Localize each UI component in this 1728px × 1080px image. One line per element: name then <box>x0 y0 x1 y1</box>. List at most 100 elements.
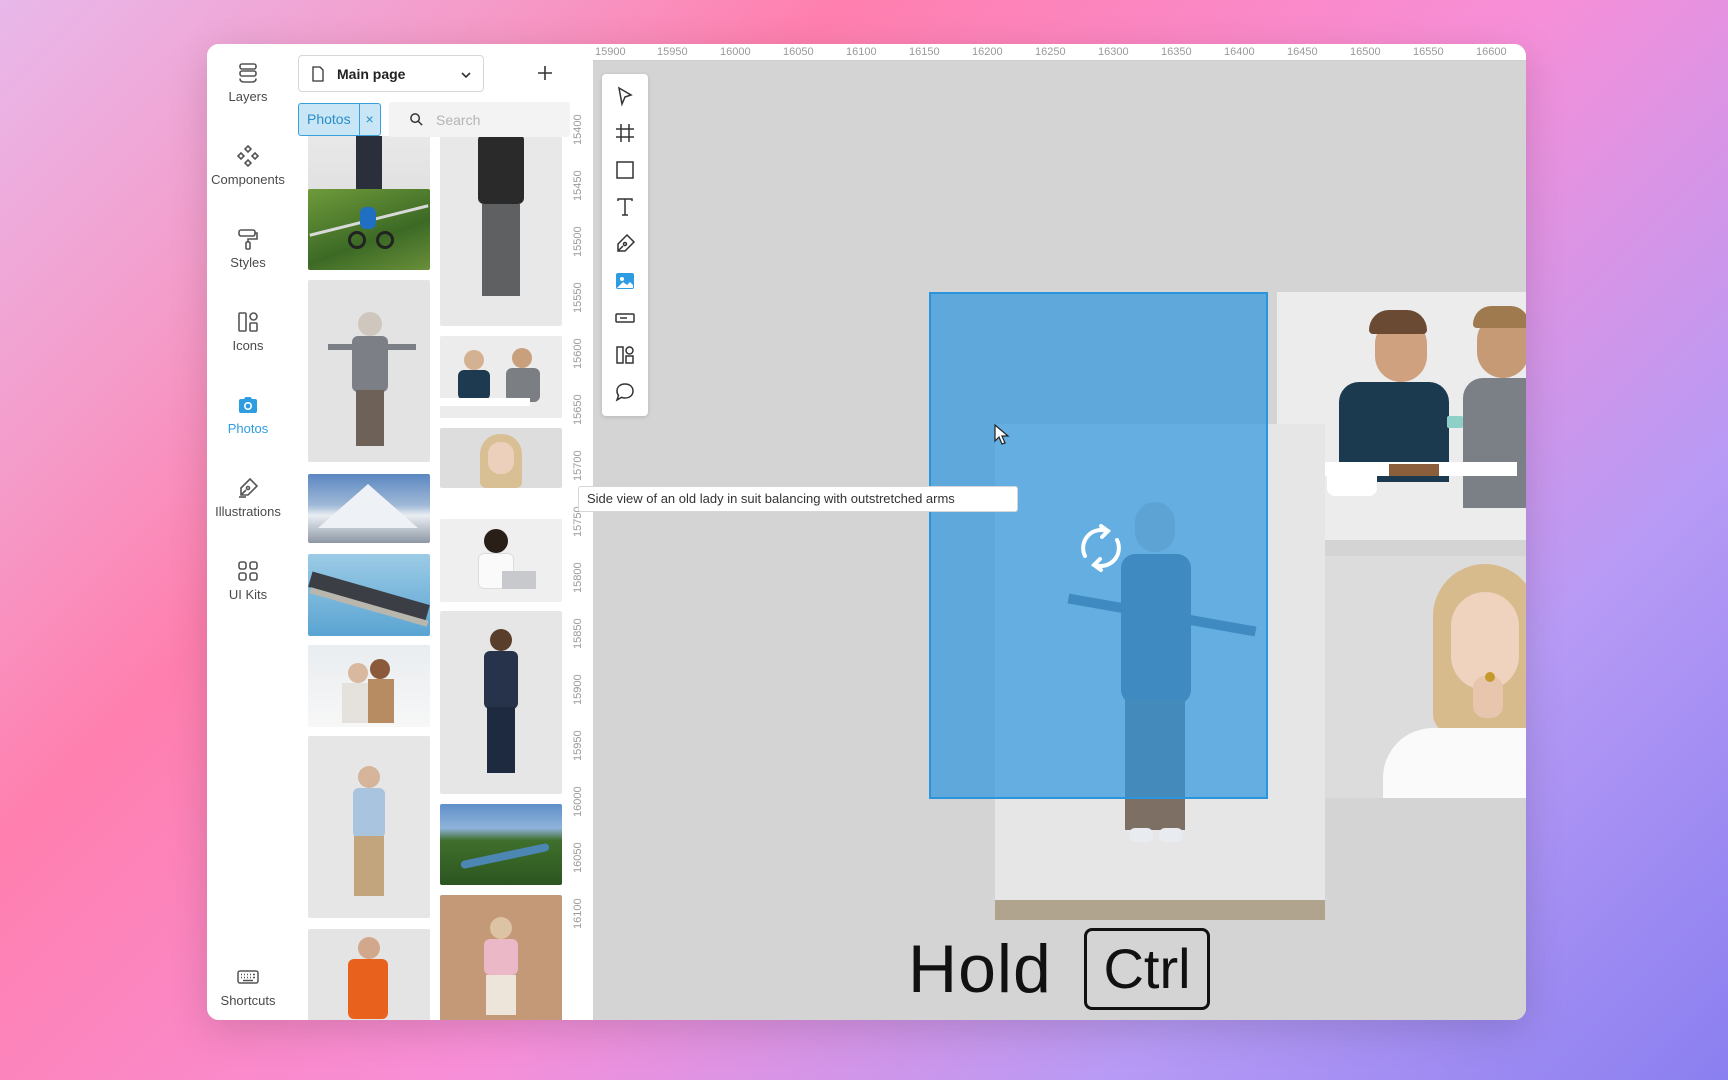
nav-item-shortcuts[interactable]: Shortcuts <box>207 948 289 1018</box>
tool-pen[interactable] <box>613 232 637 256</box>
nav-item-components[interactable]: Components <box>207 127 289 197</box>
nav-item-styles[interactable]: Styles <box>207 210 289 280</box>
v-ruler-label: 16000 <box>572 786 584 817</box>
h-ruler-label: 16600 <box>1476 46 1507 58</box>
photo-thumb-old-lady[interactable] <box>308 280 430 462</box>
h-ruler-label: 16550 <box>1413 46 1444 58</box>
v-ruler-label: 15600 <box>572 338 584 369</box>
nav-label: Icons <box>232 338 264 353</box>
nav-label: Shortcuts <box>220 993 276 1008</box>
h-ruler-label: 16450 <box>1287 46 1318 58</box>
icons-icon <box>238 312 258 332</box>
hint-hold-text: Hold <box>908 931 1052 1007</box>
design-canvas[interactable] <box>593 44 1526 1020</box>
canvas-photo-blonde-woman[interactable] <box>1325 556 1526 798</box>
v-ruler-label: 15900 <box>572 674 584 705</box>
v-ruler-label: 15400 <box>572 114 584 145</box>
nav-item-ui-kits[interactable]: UI Kits <box>207 542 289 612</box>
tool-text[interactable] <box>613 195 637 219</box>
components-icon <box>616 346 634 364</box>
photo-thumb-blonde-woman[interactable] <box>440 428 562 488</box>
nav-label: Illustrations <box>215 504 281 519</box>
close-icon[interactable]: × <box>360 104 380 135</box>
tool-input[interactable] <box>613 306 637 330</box>
tool-rectangle[interactable] <box>613 158 637 182</box>
photo-thumb-building[interactable] <box>308 554 430 636</box>
nav-label: UI Kits <box>228 587 268 602</box>
tool-components[interactable] <box>613 343 637 367</box>
page-selector[interactable]: Main page <box>298 55 484 92</box>
comment-icon <box>615 383 634 402</box>
search-icon <box>410 113 423 126</box>
filter-chip-photos[interactable]: Photos × <box>298 103 381 136</box>
paint-roller-icon <box>238 229 258 250</box>
nav-item-illustrations[interactable]: Illustrations <box>207 459 289 529</box>
nav-item-icons[interactable]: Icons <box>207 293 289 363</box>
photo-thumb-mountain[interactable] <box>308 474 430 543</box>
rectangle-icon <box>616 161 634 179</box>
page-title: Main page <box>337 65 406 82</box>
keyboard-icon <box>237 970 259 984</box>
tool-pointer[interactable] <box>613 84 637 108</box>
v-ruler-label: 15650 <box>572 394 584 425</box>
v-ruler-label: 15450 <box>572 170 584 201</box>
v-ruler-label: 15950 <box>572 730 584 761</box>
pen-icon <box>617 233 636 252</box>
photo-thumb-pink-woman[interactable] <box>440 895 562 1020</box>
layers-icon <box>239 63 257 83</box>
chevron-down-icon <box>461 72 471 79</box>
nav-label: Components <box>211 172 285 187</box>
v-ruler-label: 15700 <box>572 450 584 481</box>
v-ruler-label: 16100 <box>572 898 584 929</box>
app-window: Layers Components Styles Icons Photos Il… <box>207 44 1526 1020</box>
v-ruler-label: 15550 <box>572 282 584 313</box>
input-icon <box>615 313 635 323</box>
h-ruler-label: 16200 <box>972 46 1003 58</box>
photo-thumb-river[interactable] <box>440 804 562 885</box>
nav-item-photos[interactable]: Photos <box>207 376 289 446</box>
h-ruler-label: 16500 <box>1350 46 1381 58</box>
image-icon <box>616 273 634 289</box>
ctrl-key-badge: Ctrl <box>1084 928 1210 1010</box>
photo-thumb-laptop-woman[interactable] <box>440 519 562 602</box>
v-ruler-label: 15800 <box>572 562 584 593</box>
document-icon <box>312 65 324 82</box>
h-ruler-label: 16250 <box>1035 46 1066 58</box>
photo-thumb-orange-man[interactable] <box>308 929 430 1020</box>
grid-icon <box>238 561 258 581</box>
h-ruler-label: 16100 <box>846 46 877 58</box>
h-ruler-label: 15900 <box>595 46 626 58</box>
photo-thumb-two-men[interactable] <box>440 336 562 418</box>
tool-frame[interactable] <box>613 121 637 145</box>
photo-thumb-sweater-man[interactable] <box>440 134 562 326</box>
tool-image[interactable] <box>613 269 637 293</box>
h-ruler-label: 16350 <box>1161 46 1192 58</box>
tool-comment[interactable] <box>613 380 637 404</box>
h-ruler-label: 16150 <box>909 46 940 58</box>
v-ruler-label: 15850 <box>572 618 584 649</box>
photo-thumb-standing-man[interactable] <box>440 611 562 794</box>
add-page-icon[interactable] <box>533 61 557 85</box>
nav-item-layers[interactable]: Layers <box>207 44 289 114</box>
h-ruler-label: 16000 <box>720 46 751 58</box>
h-ruler-label: 15950 <box>657 46 688 58</box>
tool-bar <box>602 74 648 416</box>
v-ruler-label: 15500 <box>572 226 584 257</box>
v-ruler-label: 16050 <box>572 842 584 873</box>
pen-nib-icon <box>239 477 259 498</box>
frame-icon <box>616 124 634 142</box>
h-ruler-label: 16300 <box>1098 46 1129 58</box>
filter-chip-label: Photos <box>299 104 360 135</box>
h-ruler-label: 16400 <box>1224 46 1255 58</box>
photo-thumb-pointing-man[interactable] <box>308 736 430 918</box>
nav-label: Layers <box>228 89 268 104</box>
mouse-cursor-icon <box>994 424 1010 445</box>
photo-thumb-snow-women[interactable] <box>308 645 430 727</box>
image-drop-selection[interactable] <box>929 292 1268 799</box>
h-ruler-label: 16050 <box>783 46 814 58</box>
search-box[interactable] <box>389 102 570 137</box>
nav-label: Styles <box>230 255 266 270</box>
photo-thumb-cyclist[interactable] <box>308 189 430 270</box>
search-input[interactable] <box>436 111 556 128</box>
photos-panel: Main page Photos × <box>289 44 570 1020</box>
